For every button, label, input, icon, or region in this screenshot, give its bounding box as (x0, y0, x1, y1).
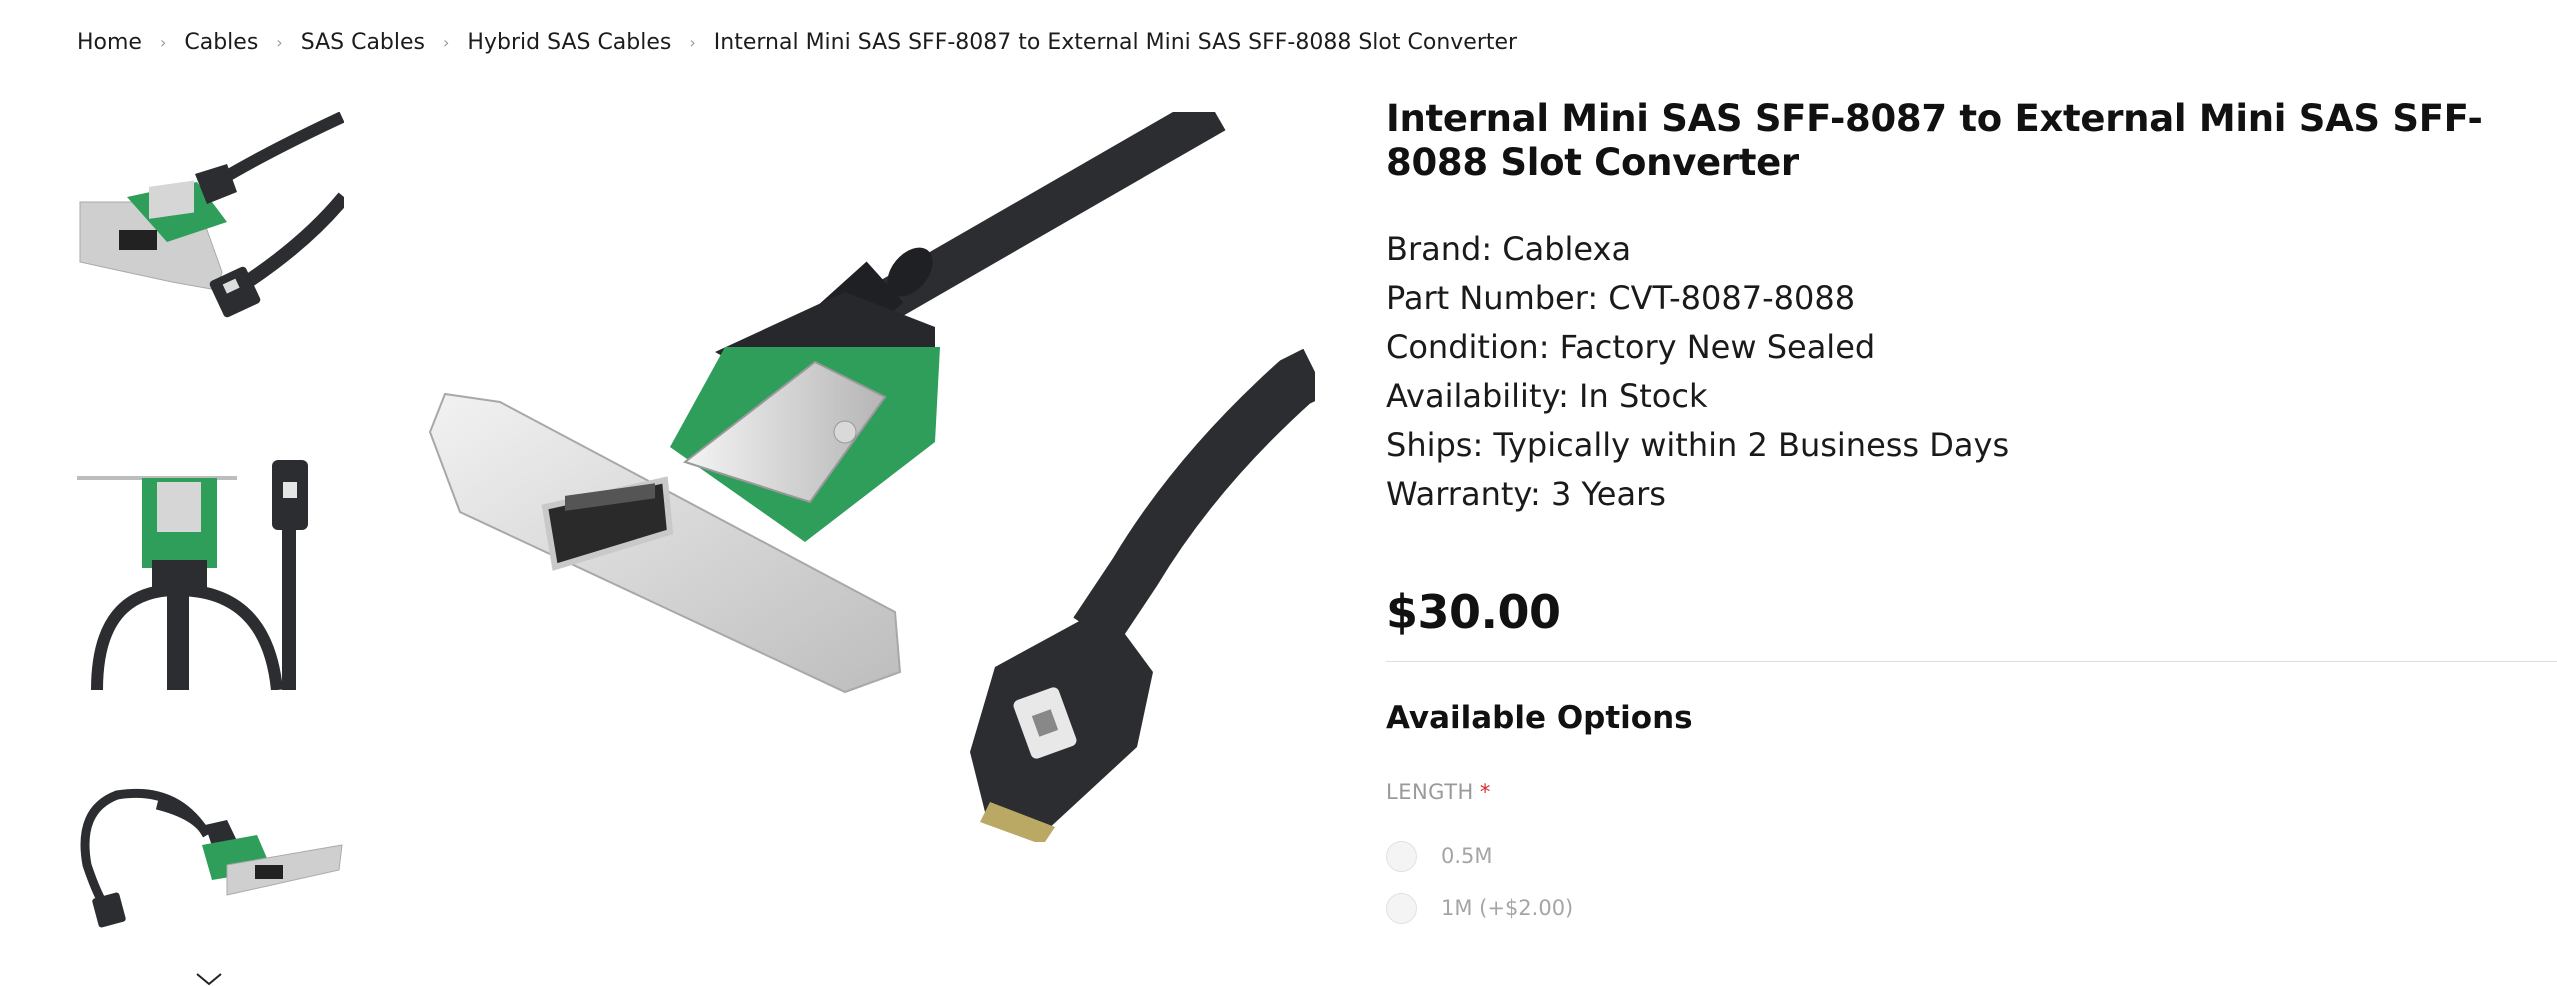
thumbnail-1[interactable] (77, 112, 344, 330)
breadcrumb-separator-icon: › (443, 33, 450, 52)
spec-shipping: Ships: Typically within 2 Business Days (1386, 426, 2010, 464)
radio-button[interactable] (1386, 840, 1417, 872)
breadcrumb-cables[interactable]: Cables (184, 30, 258, 55)
spec-part-number: Part Number: CVT-8087-8088 (1386, 279, 1856, 317)
main-product-image (415, 112, 1315, 842)
breadcrumb-current: Internal Mini SAS SFF-8087 to External M… (713, 30, 1518, 55)
product-specs: Brand: Cablexa Part Number: CVT-8087-808… (1386, 225, 2557, 519)
option-label: 0.5M (1441, 844, 1493, 868)
thumbnail-3[interactable] (77, 775, 344, 930)
divider (1386, 661, 2557, 662)
length-options: 0.5M 1M (+$2.00) (1386, 830, 2557, 934)
option-label: 1M (+$2.00) (1441, 896, 1574, 920)
breadcrumb-hybrid-sas-cables[interactable]: Hybrid SAS Cables (467, 30, 671, 55)
product-price: $30.00 (1386, 585, 1561, 639)
breadcrumb-separator-icon: › (276, 33, 283, 52)
spec-condition: Condition: Factory New Sealed (1386, 328, 1876, 366)
options-heading: Available Options (1386, 700, 1693, 736)
spec-brand: Brand: Cablexa (1386, 230, 1632, 268)
radio-button[interactable] (1386, 892, 1417, 924)
product-details: Internal Mini SAS SFF-8087 to External M… (1386, 97, 2557, 934)
spec-warranty: Warranty: 3 Years (1386, 475, 1666, 513)
breadcrumb-separator-icon: › (159, 33, 167, 52)
length-option-0-5m[interactable]: 0.5M (1386, 830, 2557, 882)
product-title: Internal Mini SAS SFF-8087 to External M… (1386, 97, 2483, 184)
required-marker: * (1479, 780, 1491, 804)
length-option-label: LENGTH * (1386, 780, 2557, 804)
length-option-1m[interactable]: 1M (+$2.00) (1386, 882, 2557, 934)
breadcrumb: Home › Cables › SAS Cables › Hybrid SAS … (77, 30, 1517, 55)
spec-availability: Availability: In Stock (1386, 377, 1708, 415)
chevron-down-icon[interactable] (194, 970, 224, 986)
breadcrumb-sas-cables[interactable]: SAS Cables (301, 30, 425, 55)
thumbnail-2[interactable] (77, 450, 344, 690)
breadcrumb-separator-icon: › (689, 33, 696, 52)
length-label-text: LENGTH (1386, 780, 1474, 804)
breadcrumb-home[interactable]: Home (77, 30, 142, 55)
